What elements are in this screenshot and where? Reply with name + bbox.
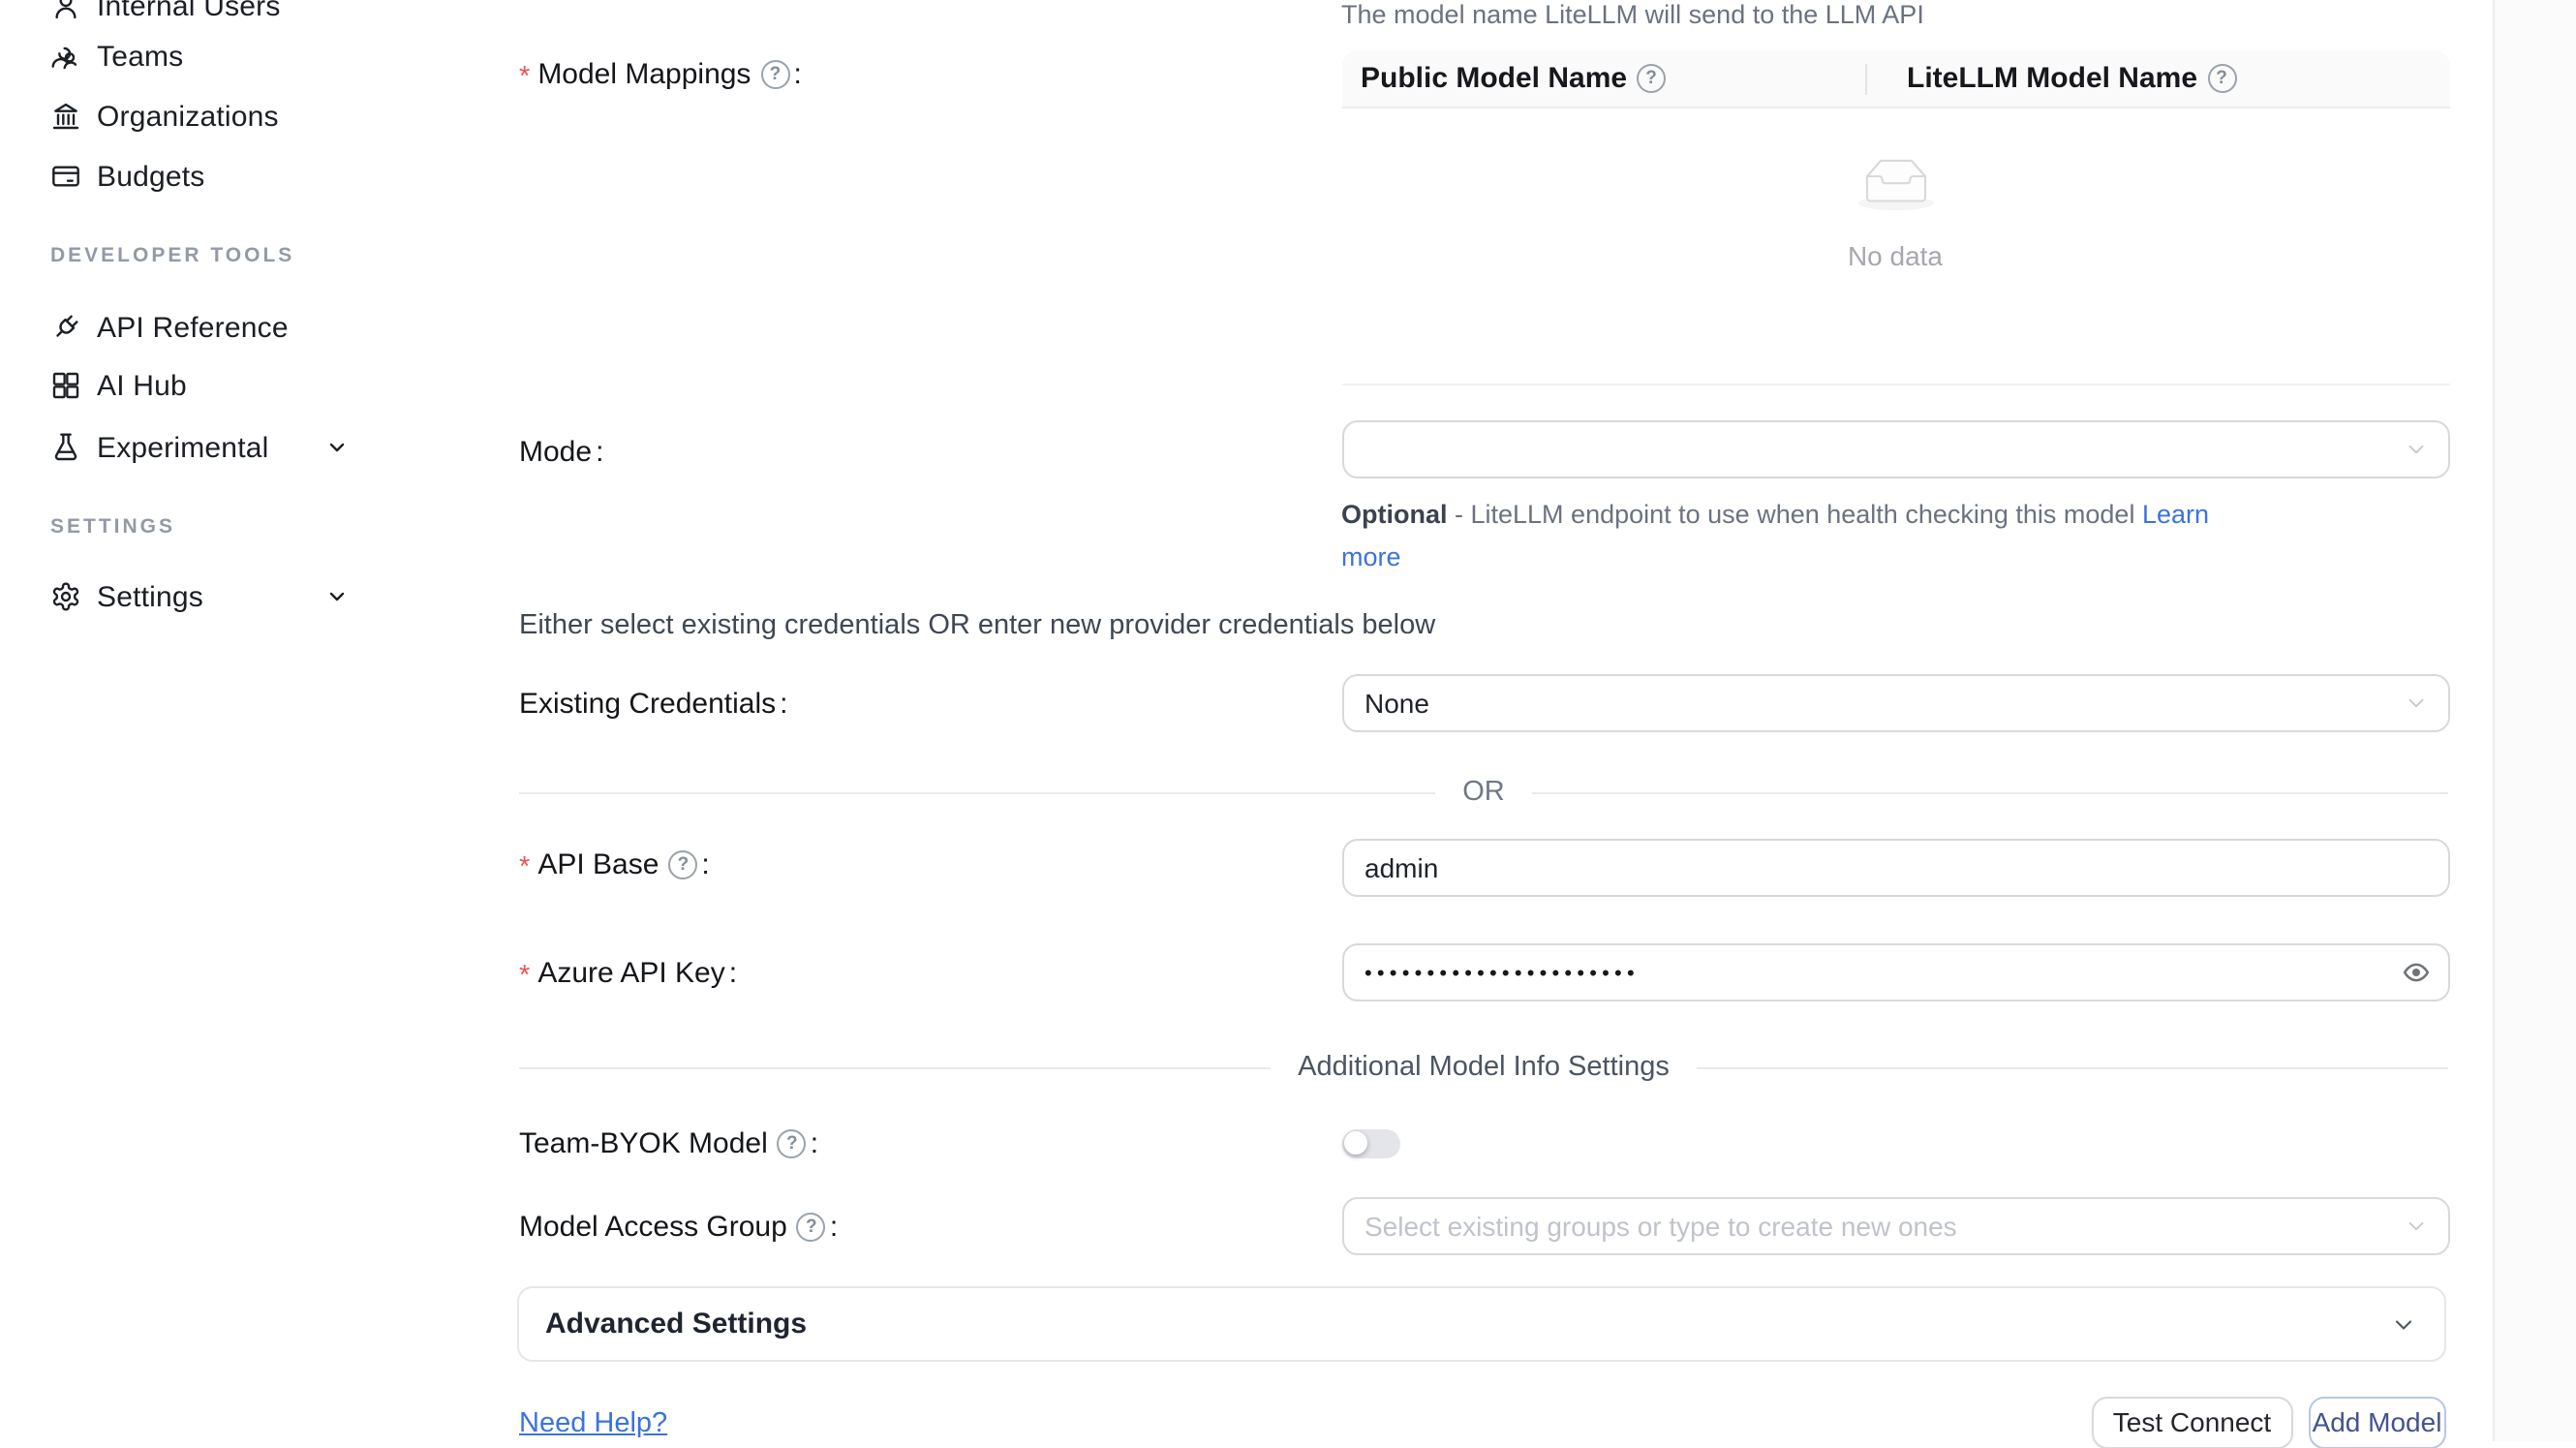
right-gutter bbox=[2493, 0, 2576, 1441]
empty-inbox-icon bbox=[1849, 155, 1942, 215]
toggle-knob bbox=[1344, 1131, 1367, 1155]
column-header-litellm-model-name: LiteLLM Model Name ? bbox=[1884, 62, 2236, 95]
or-text: OR bbox=[1435, 777, 1532, 808]
sidebar-item-teams[interactable]: Teams bbox=[0, 27, 465, 85]
sidebar-item-label: AI Hub bbox=[97, 369, 187, 402]
table-header-row: Public Model Name ? LiteLLM Model Name ? bbox=[1341, 50, 2449, 108]
existing-credentials-select[interactable]: None bbox=[1341, 673, 2449, 731]
sidebar-item-settings[interactable]: Settings bbox=[0, 568, 465, 626]
sidebar-item-label: Organizations bbox=[97, 100, 279, 133]
chevron-down-icon bbox=[2403, 437, 2428, 462]
credentials-note: Either select existing credentials OR en… bbox=[519, 610, 1435, 641]
add-model-button[interactable]: Add Model bbox=[2308, 1397, 2446, 1448]
model-access-group-label: Model Access Group ? : bbox=[519, 1211, 838, 1244]
chevron-down-icon bbox=[2403, 690, 2428, 715]
advanced-settings-label: Advanced Settings bbox=[545, 1308, 807, 1340]
sidebar-item-ai-hub[interactable]: AI Hub bbox=[0, 356, 465, 415]
add-model-form: The model name LiteLLM will send to the … bbox=[465, 0, 2492, 1441]
plug-icon bbox=[50, 312, 81, 343]
sidebar-item-label: API Reference bbox=[97, 311, 289, 344]
sidebar-item-experimental[interactable]: Experimental bbox=[0, 418, 465, 477]
api-base-value: admin bbox=[1365, 852, 1438, 883]
users-icon bbox=[50, 41, 81, 72]
api-base-label: * API Base ? : bbox=[519, 848, 710, 881]
sidebar-item-api-reference[interactable]: API Reference bbox=[0, 298, 465, 356]
azure-api-key-label: * Azure API Key : bbox=[519, 957, 737, 990]
chevron-down-icon bbox=[2403, 1214, 2428, 1239]
info-settings-divider: Additional Model Info Settings bbox=[519, 1052, 2448, 1083]
sidebar-section-developer-tools: DEVELOPER TOOLS bbox=[50, 244, 294, 267]
mode-helper-text: Optional - LiteLLM endpoint to use when … bbox=[1341, 494, 2271, 577]
landmark-icon bbox=[50, 101, 81, 132]
column-divider bbox=[1864, 63, 1866, 94]
model-mappings-table: Public Model Name ? LiteLLM Model Name ?… bbox=[1341, 50, 2449, 384]
sidebar-item-label: Experimental bbox=[97, 431, 269, 464]
no-data-text: No data bbox=[1341, 240, 2449, 271]
chevron-down-icon bbox=[325, 585, 349, 608]
help-icon[interactable]: ? bbox=[797, 1213, 826, 1242]
sidebar-item-label: Internal Users bbox=[97, 0, 281, 22]
litellm-admin-page: Internal Users Teams Organizations Budge… bbox=[0, 0, 2576, 1441]
help-icon[interactable]: ? bbox=[668, 850, 697, 879]
eye-icon[interactable] bbox=[2401, 958, 2430, 987]
help-icon[interactable]: ? bbox=[1637, 64, 1666, 93]
sidebar-item-organizations[interactable]: Organizations bbox=[0, 87, 465, 145]
need-help-link[interactable]: Need Help? bbox=[519, 1408, 667, 1439]
masked-api-key-value: •••••••••••••••••••••• bbox=[1365, 963, 1640, 986]
mode-select[interactable] bbox=[1341, 420, 2449, 478]
info-settings-divider-text: Additional Model Info Settings bbox=[1271, 1052, 1697, 1083]
existing-credentials-label: Existing Credentials: bbox=[519, 688, 787, 721]
litellm-model-name-description: The model name LiteLLM will send to the … bbox=[1341, 0, 1924, 33]
azure-api-key-input[interactable]: •••••••••••••••••••••• bbox=[1341, 943, 2449, 1001]
sidebar-item-budgets[interactable]: Budgets bbox=[0, 147, 465, 205]
advanced-settings-panel[interactable]: Advanced Settings bbox=[516, 1286, 2445, 1362]
grid-icon bbox=[50, 370, 81, 401]
sidebar-item-label: Budgets bbox=[97, 160, 205, 193]
wallet-icon bbox=[50, 161, 81, 192]
required-mark: * bbox=[519, 61, 530, 92]
help-icon[interactable]: ? bbox=[760, 60, 789, 89]
existing-credentials-value: None bbox=[1365, 687, 1429, 718]
sidebar-item-label: Settings bbox=[97, 580, 203, 613]
sidebar-section-settings: SETTINGS bbox=[50, 515, 175, 539]
team-byok-toggle[interactable] bbox=[1341, 1128, 1399, 1157]
table-empty-body: No data bbox=[1341, 108, 2449, 385]
api-base-input[interactable]: admin bbox=[1341, 839, 2449, 897]
or-divider: OR bbox=[519, 777, 2448, 808]
team-byok-label: Team-BYOK Model ? : bbox=[519, 1127, 818, 1160]
help-icon[interactable]: ? bbox=[2207, 64, 2236, 93]
required-mark: * bbox=[519, 960, 530, 991]
column-header-public-model-name: Public Model Name ? bbox=[1341, 62, 1884, 95]
gear-icon bbox=[50, 581, 81, 612]
chevron-down-icon bbox=[2389, 1310, 2416, 1338]
test-connect-button[interactable]: Test Connect bbox=[2092, 1397, 2292, 1448]
sidebar-item-label: Teams bbox=[97, 40, 183, 73]
model-access-group-select[interactable]: Select existing groups or type to create… bbox=[1341, 1197, 2449, 1255]
help-icon[interactable]: ? bbox=[778, 1129, 807, 1158]
model-mappings-label: * Model Mappings ? : bbox=[519, 58, 802, 91]
chevron-down-icon bbox=[325, 436, 349, 459]
user-icon bbox=[50, 0, 81, 21]
model-access-group-placeholder: Select existing groups or type to create… bbox=[1365, 1211, 1957, 1242]
sidebar: Internal Users Teams Organizations Budge… bbox=[0, 0, 467, 1441]
flask-icon bbox=[50, 432, 81, 463]
required-mark: * bbox=[519, 851, 530, 882]
mode-label: Mode: bbox=[519, 436, 603, 469]
